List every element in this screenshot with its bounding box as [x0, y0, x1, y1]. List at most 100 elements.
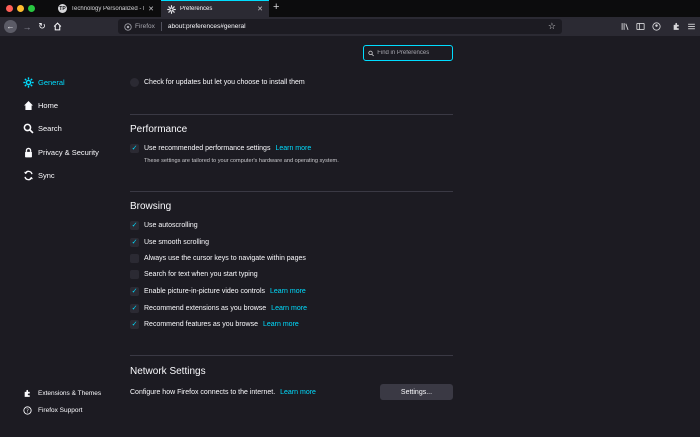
option-label: Always use the cursor keys to navigate w… — [144, 255, 306, 262]
window-minimize-button[interactable] — [17, 5, 24, 12]
performance-heading: Performance — [130, 124, 188, 135]
update-choice-label: Check for updates but let you choose to … — [144, 79, 305, 86]
reload-button[interactable]: ↻ — [36, 20, 48, 33]
sidebar-item-privacy-security[interactable]: Privacy & Security — [22, 145, 99, 159]
network-description-row: Configure how Firefox connects to the in… — [130, 387, 316, 398]
sidebar-foot-label: Firefox Support — [38, 406, 83, 414]
help-icon: ? — [22, 405, 32, 415]
window-close-button[interactable] — [6, 5, 13, 12]
browsing-option-cursor-keys[interactable]: Always use the cursor keys to navigate w… — [130, 253, 306, 264]
url-separator — [160, 22, 162, 31]
section-divider — [130, 114, 453, 115]
sidebar-foot-label: Extensions & Themes — [38, 389, 102, 397]
sidebar-extensions-themes[interactable]: Extensions & Themes — [22, 387, 101, 399]
update-choice-option[interactable]: Check for updates but let you choose to … — [130, 77, 305, 88]
recommend-extensions-checkbox[interactable]: ✓ — [130, 304, 139, 313]
learn-more-link[interactable]: Learn more — [263, 321, 299, 328]
browsing-option-smooth-scrolling[interactable]: ✓ Use smooth scrolling — [130, 237, 209, 248]
section-divider — [130, 355, 453, 356]
library-icon[interactable] — [620, 21, 630, 32]
close-icon[interactable]: ✕ — [148, 5, 154, 13]
network-settings-button[interactable]: Settings... — [380, 384, 453, 400]
arrow-right-icon: → — [22, 21, 32, 32]
search-icon — [22, 122, 34, 134]
option-label: Enable picture-in-picture video controls — [144, 288, 266, 295]
gear-icon — [167, 4, 176, 14]
learn-more-link[interactable]: Learn more — [270, 288, 306, 295]
browsing-heading: Browsing — [130, 201, 172, 212]
network-description: Configure how Firefox connects to the in… — [130, 389, 276, 396]
recommended-performance-option[interactable]: ✓ Use recommended performance settings L… — [130, 143, 311, 154]
learn-more-link[interactable]: Learn more — [275, 145, 311, 152]
tab-title: Preferences — [180, 6, 213, 12]
find-in-preferences[interactable] — [363, 45, 453, 61]
home-icon — [22, 99, 34, 111]
sidebar-firefox-support[interactable]: ? Firefox Support — [22, 404, 82, 416]
back-button[interactable]: ← — [4, 20, 17, 33]
browsing-option-picture-in-picture[interactable]: ✓ Enable picture-in-picture video contro… — [130, 286, 306, 297]
bookmark-star-icon[interactable]: ☆ — [548, 21, 556, 32]
browsing-option-recommend-features[interactable]: ✓ Recommend features as you browse Learn… — [130, 319, 299, 330]
menu-icon[interactable] — [686, 21, 696, 32]
puzzle-icon — [22, 388, 32, 398]
tab-preferences[interactable]: Preferences ✕ — [161, 0, 269, 17]
sidebar-item-label: Home — [38, 100, 59, 110]
firefox-icon — [124, 22, 132, 31]
recommended-performance-label: Use recommended performance settings — [144, 145, 271, 152]
browsing-option-search-typing[interactable]: Search for text when you start typing — [130, 269, 258, 280]
search-input[interactable] — [377, 50, 448, 56]
smooth-scrolling-checkbox[interactable]: ✓ — [130, 238, 139, 247]
tp-favicon-icon: TP — [58, 4, 67, 13]
picture-in-picture-checkbox[interactable]: ✓ — [130, 287, 139, 296]
close-icon[interactable]: ✕ — [257, 5, 263, 13]
search-icon — [368, 50, 374, 56]
autoscrolling-checkbox[interactable]: ✓ — [130, 221, 139, 230]
recommended-performance-checkbox[interactable]: ✓ — [130, 144, 139, 153]
sidebar-item-home[interactable]: Home — [22, 98, 58, 112]
extensions-icon[interactable] — [671, 21, 681, 32]
option-label: Search for text when you start typing — [144, 271, 258, 278]
url-text[interactable]: about:preferences#general — [168, 23, 548, 30]
update-choice-radio[interactable] — [130, 78, 139, 87]
reload-icon: ↻ — [38, 21, 46, 31]
performance-description: These settings are tailored to your comp… — [144, 158, 339, 164]
svg-text:?: ? — [26, 408, 29, 414]
option-label: Use autoscrolling — [144, 222, 198, 229]
tab-technology-personalized[interactable]: TP Technology Personalized - How ✕ — [52, 0, 160, 17]
browsing-option-autoscrolling[interactable]: ✓ Use autoscrolling — [130, 220, 198, 231]
option-label: Recommend features as you browse — [144, 321, 258, 328]
identity-label: Firefox — [135, 23, 155, 30]
new-tab-button[interactable]: + — [273, 1, 279, 13]
window-zoom-button[interactable] — [28, 5, 35, 12]
search-typing-checkbox[interactable] — [130, 270, 139, 279]
sidebar-item-label: Privacy & Security — [38, 147, 99, 157]
learn-more-link[interactable]: Learn more — [271, 305, 307, 312]
account-icon[interactable] — [651, 21, 661, 32]
gear-icon — [22, 76, 34, 88]
arrow-left-icon: ← — [6, 22, 15, 31]
browsing-option-recommend-extensions[interactable]: ✓ Recommend extensions as you browse Lea… — [130, 303, 307, 314]
tab-title: Technology Personalized - How — [71, 5, 144, 12]
cursor-keys-checkbox[interactable] — [130, 254, 139, 263]
option-label: Recommend extensions as you browse — [144, 305, 267, 312]
tab-strip: TP Technology Personalized - How ✕ Prefe… — [0, 0, 700, 17]
recommend-features-checkbox[interactable]: ✓ — [130, 320, 139, 329]
lock-icon — [22, 146, 34, 158]
sync-icon — [22, 169, 34, 181]
sidebar-item-label: General — [38, 77, 65, 87]
url-bar[interactable]: Firefox about:preferences#general ☆ — [118, 19, 562, 34]
home-button[interactable] — [51, 20, 63, 33]
sidebar-item-label: Sync — [38, 170, 55, 180]
sidebar-item-sync[interactable]: Sync — [22, 168, 55, 182]
home-icon — [53, 22, 61, 31]
forward-button[interactable]: → — [21, 20, 33, 33]
navigation-toolbar: ← → ↻ Firefox about:preferences#general … — [0, 17, 700, 36]
option-label: Use smooth scrolling — [144, 239, 209, 246]
sidebar-item-label: Search — [38, 123, 62, 133]
network-settings-heading: Network Settings — [130, 366, 206, 377]
sidebar-toggle-icon[interactable] — [635, 21, 645, 32]
sidebar-item-search[interactable]: Search — [22, 121, 62, 135]
sidebar-item-general[interactable]: General — [22, 75, 65, 89]
section-divider — [130, 191, 453, 192]
learn-more-link[interactable]: Learn more — [280, 389, 316, 396]
